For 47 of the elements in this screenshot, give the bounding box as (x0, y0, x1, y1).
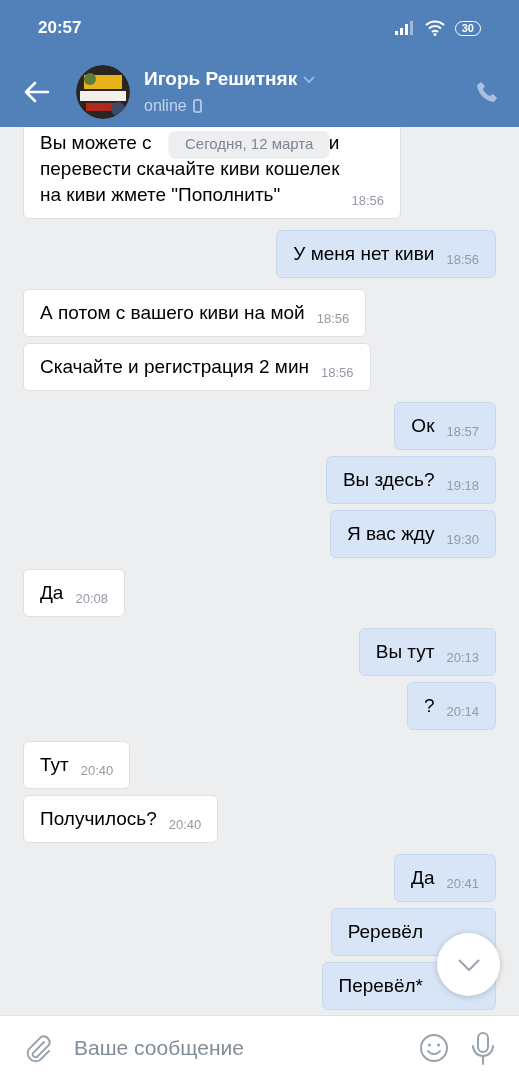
phone-device-icon (192, 98, 202, 113)
message-text: Скачайте и регистрация 2 мин (40, 355, 309, 379)
message-text: Реревёл (347, 920, 423, 944)
message-input[interactable]: Ваше сообщение (74, 1032, 397, 1064)
message-text: Вы здесь? (342, 468, 435, 492)
message-time: 20:08 (75, 590, 108, 608)
message-text: перевести скачайте киви кошелек (40, 157, 340, 181)
message-text: У меня нет киви (293, 242, 435, 266)
microphone-icon[interactable] (471, 1031, 495, 1065)
message-time: 18:56 (316, 310, 350, 328)
message-text: Получилось? (40, 807, 157, 831)
signal-icon (394, 21, 415, 35)
message-time: 20:41 (446, 875, 479, 893)
call-icon[interactable] (475, 79, 499, 104)
message-text: Вы можете с (40, 131, 152, 155)
message-text: Ок (411, 414, 435, 438)
message-text: Да (411, 866, 435, 890)
back-icon[interactable] (24, 80, 50, 103)
message-time: 20:40 (168, 816, 202, 834)
paperclip-icon[interactable] (24, 1033, 52, 1063)
message-time: 19:18 (446, 477, 479, 495)
message-time: 20:13 (446, 649, 479, 667)
contact-name[interactable]: Игорь Решитняк (144, 65, 298, 94)
online-status: online (144, 95, 187, 116)
message-time: 18:56 (321, 364, 354, 382)
message-text: Да (40, 581, 64, 605)
message-time: 20:40 (80, 762, 114, 780)
message-time: 20:14 (446, 703, 479, 721)
chevron-down-icon[interactable] (303, 75, 316, 84)
date-pill: Сегодня, 12 марта (169, 131, 330, 157)
message-time: 18:56 (446, 251, 479, 269)
message-text: ? (423, 694, 435, 718)
chevron-down-icon (457, 958, 480, 971)
message-time: 18:56 (351, 192, 385, 210)
message-composer[interactable]: Ваше сообщение (0, 1015, 519, 1080)
message-time: 19:30 (446, 531, 479, 549)
message-text: Вы тут (375, 640, 435, 664)
emoji-icon[interactable] (419, 1033, 449, 1063)
message-text: Тут (40, 753, 69, 777)
message-time: 18:57 (446, 423, 479, 441)
wifi-icon (424, 20, 445, 36)
message-text: Я вас жду (346, 522, 435, 546)
message-text: Перевёл* (338, 974, 423, 998)
message-text: А потом с вашего киви на мой (40, 301, 305, 325)
message-text: и (328, 131, 340, 155)
clock: 20:57 (38, 17, 82, 40)
message-text: на киви жмете "Пополнить" (40, 183, 281, 207)
